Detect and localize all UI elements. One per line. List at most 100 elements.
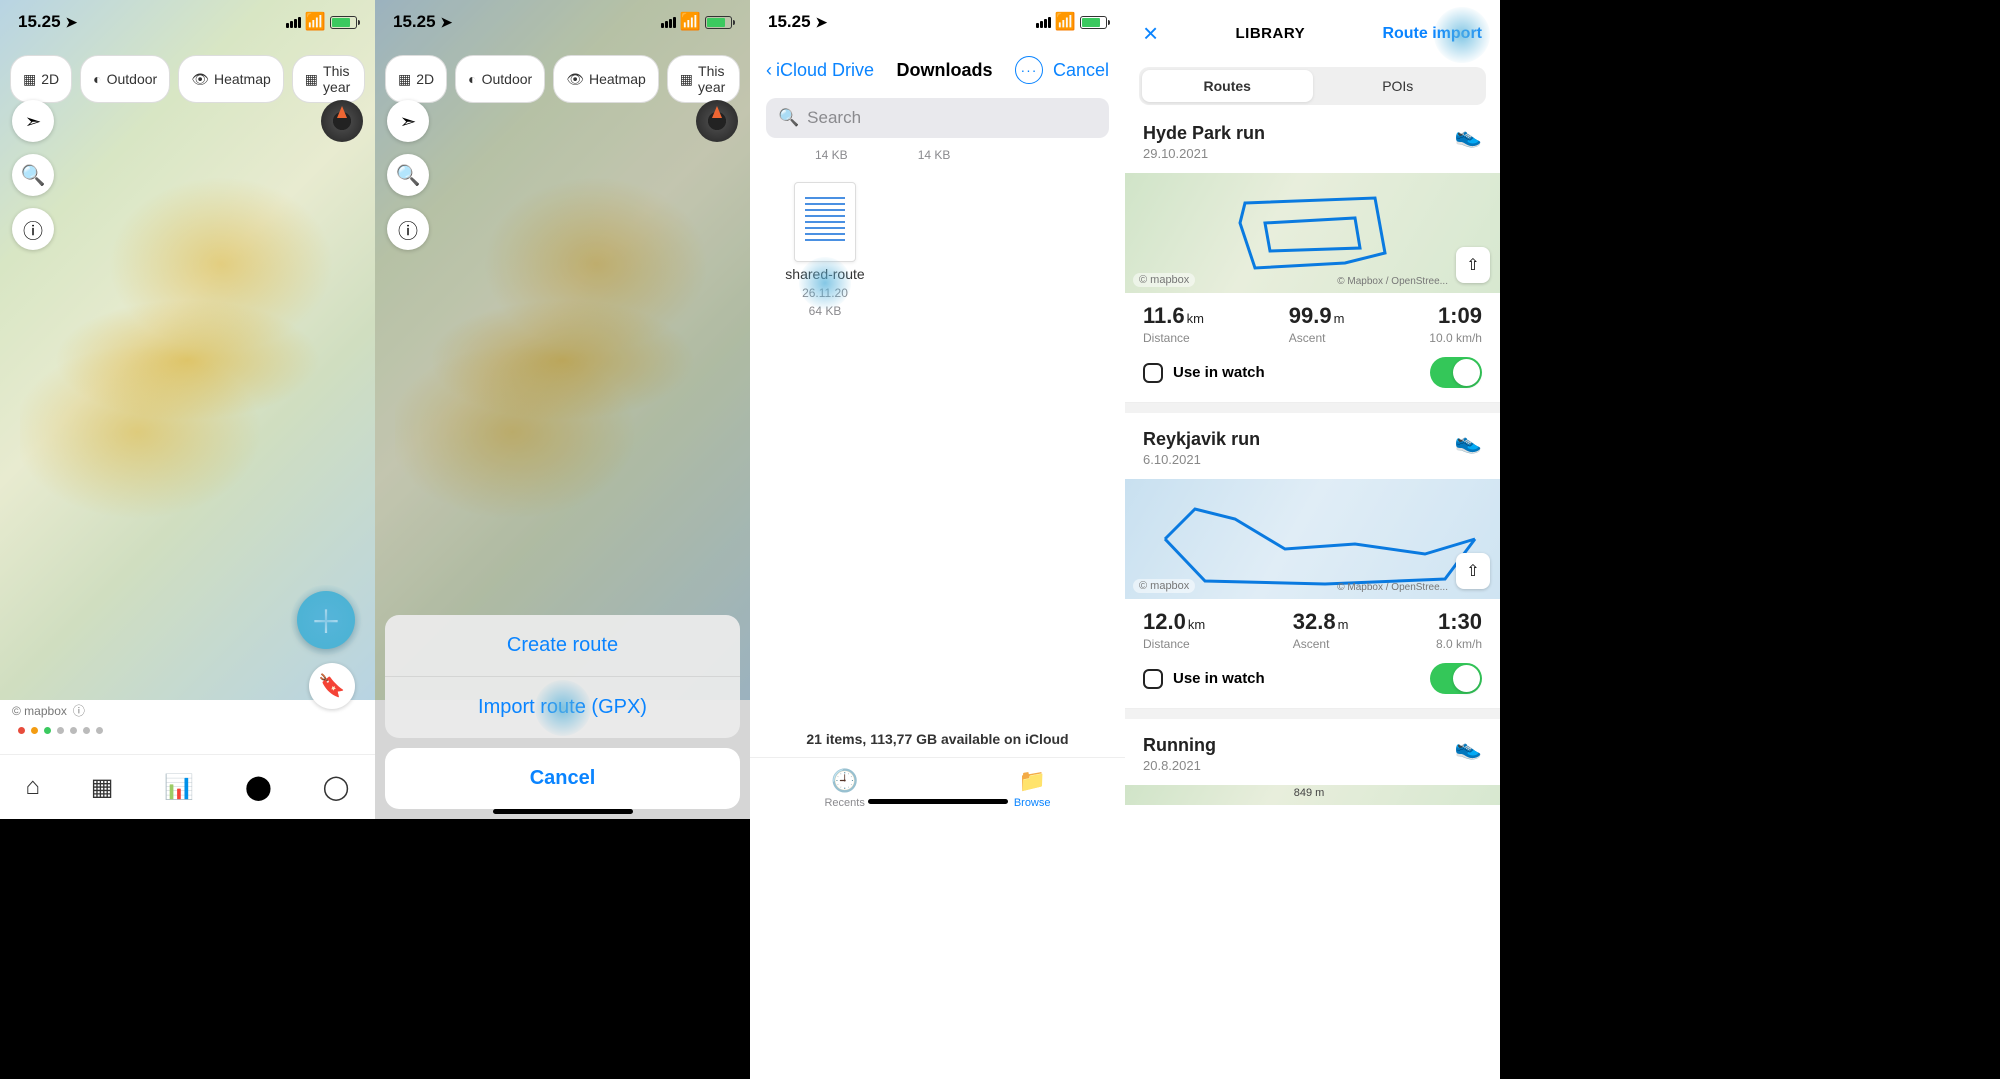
wifi-icon: 📶: [680, 12, 701, 32]
battery-icon: [1080, 16, 1107, 29]
search-icon: 🔍: [778, 108, 799, 128]
route-import-button[interactable]: Route import: [1382, 25, 1482, 43]
map-icon: ▦: [23, 71, 36, 88]
compass-button[interactable]: [696, 100, 738, 142]
page-title: LIBRARY: [1236, 25, 1306, 42]
cell-signal-icon: [1036, 17, 1051, 28]
map-attr-left: © mapbox: [1133, 579, 1195, 593]
search-button[interactable]: 🔍: [12, 154, 54, 196]
more-button[interactable]: ···: [1015, 56, 1043, 84]
watch-label: Use in watch: [1173, 364, 1265, 381]
document-icon: [794, 182, 856, 262]
cell-signal-icon: [286, 17, 301, 28]
watch-toggle[interactable]: [1430, 357, 1482, 388]
touch-indicator: [291, 585, 361, 655]
shoe-icon: 👟: [1455, 735, 1482, 761]
touch-indicator: [535, 680, 591, 736]
activity-type-chip[interactable]: ◐Outdoor: [455, 55, 545, 103]
cancel-action[interactable]: Cancel: [385, 748, 740, 809]
tab-calendar[interactable]: ▦: [91, 773, 114, 802]
route-date: 29.10.2021: [1143, 146, 1265, 161]
tab-profile[interactable]: ◯: [323, 773, 350, 802]
tab-stats[interactable]: 📊: [164, 773, 194, 802]
touch-indicator: [799, 257, 851, 309]
close-button[interactable]: ×: [1143, 18, 1158, 49]
share-icon: ⇧: [1466, 255, 1479, 275]
search-button[interactable]: 🔍: [387, 154, 429, 196]
shoe-icon: 👟: [1455, 123, 1482, 149]
location-icon: ➤: [816, 14, 828, 31]
route-map-preview: © mapbox © Mapbox / OpenStree... ⇧: [1125, 173, 1500, 293]
route-title: Reykjavik run: [1143, 429, 1260, 450]
file-item[interactable]: shared-route 26.11.20 64 KB: [770, 182, 880, 318]
calendar-icon: ▦: [680, 71, 693, 88]
info-icon[interactable]: ⓘ: [73, 702, 85, 719]
clock: 15.25: [18, 12, 61, 32]
route-card[interactable]: Hyde Park run 29.10.2021 👟 © mapbox © Ma…: [1125, 113, 1500, 403]
calendar-icon: ▦: [305, 71, 318, 88]
pager-dots: [18, 727, 103, 734]
wifi-icon: 📶: [305, 12, 326, 32]
tab-recents[interactable]: 🕘 Recents: [824, 768, 864, 809]
layer-chip[interactable]: 👁Heatmap: [178, 55, 284, 103]
previous-row-sizes: 14 KB 14 KB: [750, 148, 1125, 162]
info-button[interactable]: ⓘ: [387, 208, 429, 250]
clock-icon: 🕘: [831, 768, 858, 794]
info-icon: ⓘ: [23, 215, 43, 244]
search-input[interactable]: 🔍 Search: [766, 98, 1109, 138]
watch-icon: [1143, 669, 1163, 689]
activity-type-chip[interactable]: ◐Outdoor: [80, 55, 170, 103]
share-button[interactable]: ⇧: [1456, 553, 1490, 589]
cancel-button[interactable]: Cancel: [1053, 60, 1109, 81]
segment-pois[interactable]: POIs: [1313, 70, 1484, 102]
route-map-preview: © mapbox © Mapbox / OpenStree... ⇧: [1125, 479, 1500, 599]
run-icon: ◐: [93, 71, 101, 87]
watch-icon: [1143, 363, 1163, 383]
cell-signal-icon: [661, 17, 676, 28]
tab-bar: ⌂ ▦ 📊 ⬤ ◯: [0, 754, 375, 819]
map-attr-left: © mapbox: [1133, 273, 1195, 287]
home-indicator: [868, 799, 1008, 804]
share-icon: ⇧: [1466, 561, 1479, 581]
create-route-action[interactable]: Create route: [385, 615, 740, 677]
info-button[interactable]: ⓘ: [12, 208, 54, 250]
location-icon: ➤: [66, 14, 78, 31]
route-map-preview: 849 m: [1125, 785, 1500, 805]
import-route-action[interactable]: Import route (GPX): [385, 677, 740, 738]
layer-chip[interactable]: 👁Heatmap: [553, 55, 659, 103]
tab-home[interactable]: ⌂: [25, 773, 40, 801]
route-card[interactable]: Running 20.8.2021 👟 849 m: [1125, 725, 1500, 805]
route-date: 6.10.2021: [1143, 452, 1260, 467]
location-arrow-icon: ➣: [25, 109, 42, 134]
eye-off-icon: 👁: [566, 71, 584, 88]
segment-control[interactable]: Routes POIs: [1139, 67, 1486, 105]
chevron-left-icon: ‹: [766, 60, 772, 81]
eye-off-icon: 👁: [191, 71, 209, 88]
tab-browse[interactable]: 📁 Browse: [1014, 768, 1051, 809]
locate-button[interactable]: ➣: [12, 100, 54, 142]
search-icon: 🔍: [21, 163, 46, 188]
watch-toggle[interactable]: [1430, 663, 1482, 694]
wifi-icon: 📶: [1055, 12, 1076, 32]
compass-button[interactable]: [321, 100, 363, 142]
map-attr-right: © Mapbox / OpenStree...: [1337, 582, 1448, 593]
map-attribution: © mapboxⓘ: [12, 702, 85, 719]
view-mode-chip[interactable]: ▦2D: [385, 55, 447, 103]
share-button[interactable]: ⇧: [1456, 247, 1490, 283]
clock: 15.25: [768, 12, 811, 32]
back-button[interactable]: ‹iCloud Drive: [766, 60, 874, 81]
tab-map[interactable]: ⬤: [245, 773, 272, 802]
shoe-icon: 👟: [1455, 429, 1482, 455]
map-attr-right: © Mapbox / OpenStree...: [1337, 276, 1448, 287]
route-card[interactable]: Reykjavik run 6.10.2021 👟 © mapbox © Map…: [1125, 419, 1500, 709]
storage-status: 21 items, 113,77 GB available on iCloud: [750, 731, 1125, 747]
period-chip[interactable]: ▦This year: [292, 55, 365, 103]
bookmark-button[interactable]: 🔖: [309, 663, 355, 709]
route-date: 20.8.2021: [1143, 758, 1216, 773]
period-chip[interactable]: ▦This year: [667, 55, 740, 103]
page-title: Downloads: [897, 60, 993, 81]
clock: 15.25: [393, 12, 436, 32]
locate-button[interactable]: ➣: [387, 100, 429, 142]
view-mode-chip[interactable]: ▦2D: [10, 55, 72, 103]
segment-routes[interactable]: Routes: [1142, 70, 1313, 102]
